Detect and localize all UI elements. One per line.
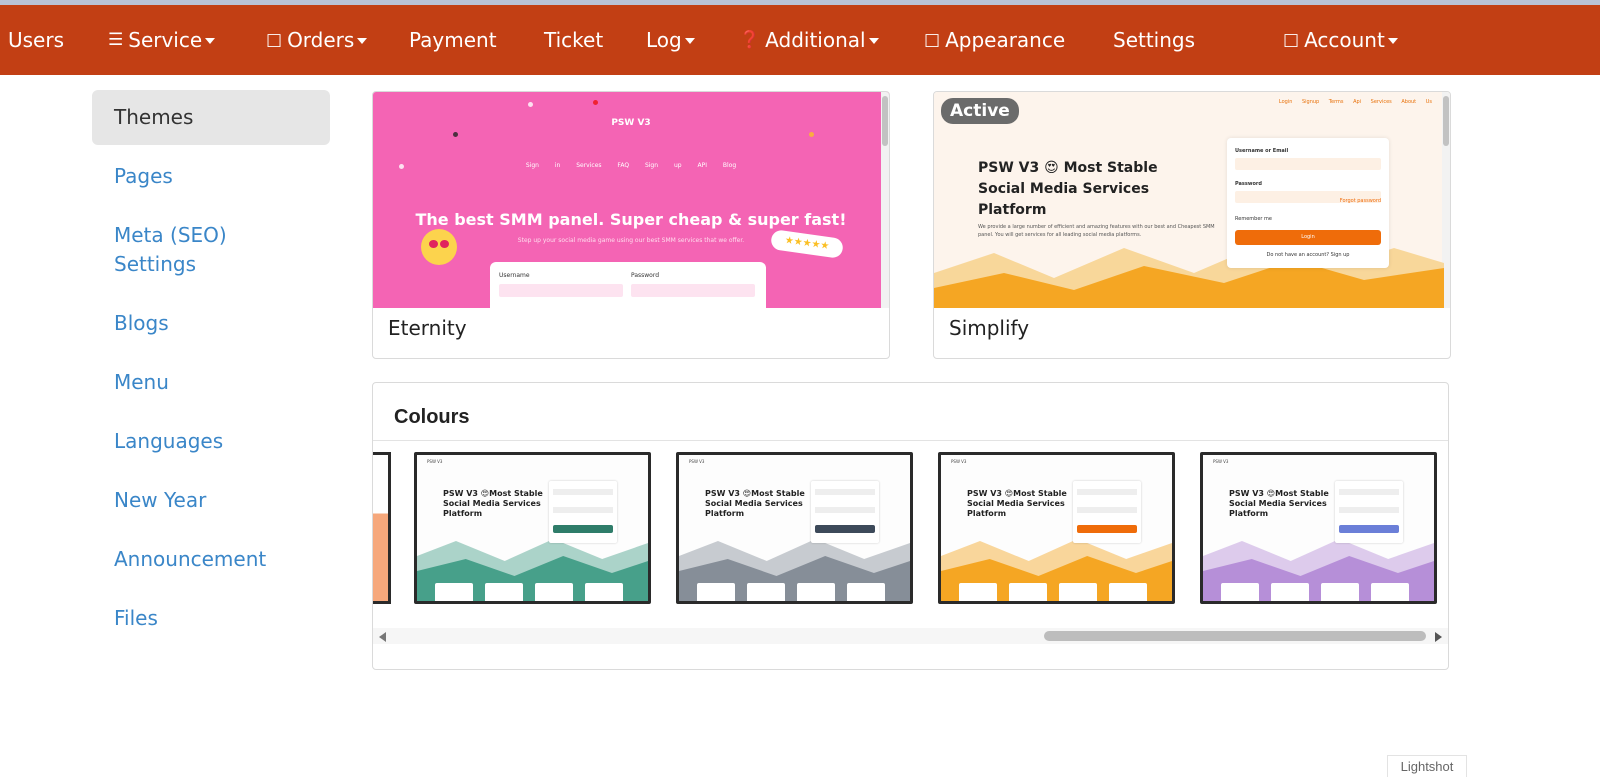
nav-users-label: Users: [8, 28, 65, 52]
preview-headline: PSW V3 😍 Most Stable Social Media Servic…: [978, 160, 1158, 218]
preview-login-panel: Username or Email Password Forgot passwo…: [1227, 138, 1389, 268]
active-badge: Active: [941, 98, 1019, 124]
theme-preview-simplify: Active Login Signup Terms Api Services A…: [934, 92, 1450, 308]
heart-eyes-emoji-icon: [421, 229, 457, 265]
nav-orders-label: Orders: [287, 28, 355, 52]
swatch-headline: PSW V3 😍Most Stable Social Media Service…: [443, 489, 543, 518]
colour-swatch-purple[interactable]: PSW V3 PSW V3 😍Most Stable Social Media …: [1200, 452, 1437, 604]
preview-no-account: Do not have an account? Sign up: [1266, 252, 1350, 258]
caret-down-icon: [357, 38, 368, 44]
preview-logo: PSW V3: [611, 118, 651, 128]
colours-panel: Colours PSW V3 PSW V3 😍Most Stable Socia…: [372, 382, 1449, 670]
preview-username-label: Username: [499, 272, 530, 279]
theme-card-eternity[interactable]: PSW V3 Sign in Services FAQ Sign up API …: [372, 91, 890, 359]
missing-glyph-icon: □: [924, 30, 941, 50]
caret-down-icon: [205, 38, 216, 44]
preview-password-label: Password: [631, 272, 660, 279]
scroll-right-arrow-icon[interactable]: [1435, 632, 1442, 642]
sidebar-item-meta-seo-settings[interactable]: Meta (SEO) Settings: [92, 208, 292, 296]
nav-orders[interactable]: □ Orders: [266, 5, 368, 75]
nav-additional[interactable]: ❓ Additional: [739, 5, 879, 75]
sidebar-item-themes[interactable]: Themes: [92, 90, 330, 145]
swatch-header: PSW V3: [427, 459, 443, 464]
nav-ticket[interactable]: Ticket: [544, 5, 603, 75]
theme-preview-eternity: PSW V3 Sign in Services FAQ Sign up API …: [373, 92, 889, 308]
colour-swatch-green[interactable]: PSW V3 PSW V3 😍Most Stable Social Media …: [414, 452, 651, 604]
preview-password-field: [631, 284, 755, 297]
missing-glyph-icon: □: [266, 30, 283, 50]
swatch-header: PSW V3: [1213, 459, 1229, 464]
top-navbar: Users ☰ Service □ Orders Payment Ticket …: [0, 5, 1600, 75]
nav-ticket-label: Ticket: [544, 28, 604, 52]
caret-down-icon: [684, 38, 695, 44]
sidebar-item-blogs[interactable]: Blogs: [92, 296, 330, 355]
swatch-header: PSW V3: [951, 459, 967, 464]
nav-additional-label: Additional: [765, 28, 866, 52]
nav-service-label: Service: [128, 28, 203, 52]
nav-users[interactable]: Users: [8, 5, 64, 75]
nav-appearance-label: Appearance: [945, 28, 1066, 52]
preview-forgot-link: Forgot password: [1339, 198, 1381, 204]
preview-scrollbar[interactable]: [881, 92, 889, 308]
colours-title: Colours: [394, 406, 470, 428]
colours-horizontal-scrollbar[interactable]: [373, 628, 1448, 644]
swatch-header: PSW V3: [689, 459, 705, 464]
preview-login-form: Username Password: [490, 262, 766, 308]
nav-settings-label: Settings: [1113, 28, 1196, 52]
colour-swatch-partial[interactable]: [373, 452, 391, 604]
sidebar-item-pages[interactable]: Pages: [92, 149, 330, 208]
theme-name-simplify: Simplify: [949, 316, 1030, 340]
scroll-left-arrow-icon[interactable]: [379, 632, 386, 642]
nav-settings[interactable]: Settings: [1113, 5, 1195, 75]
nav-service[interactable]: ☰ Service: [108, 5, 216, 75]
missing-glyph-icon: □: [1283, 30, 1300, 50]
theme-card-simplify[interactable]: Active Login Signup Terms Api Services A…: [933, 91, 1451, 359]
nav-payment-label: Payment: [409, 28, 497, 52]
sidebar-item-languages[interactable]: Languages: [92, 414, 330, 473]
preview-username-label: Username or Email: [1235, 148, 1289, 154]
preview-links: Sign in Services FAQ Sign up API Blog: [525, 162, 737, 169]
preview-hero: The best SMM panel. Super cheap & super …: [415, 210, 847, 229]
preview-remember: Remember me: [1235, 216, 1272, 222]
swatch-headline: PSW V3 😍Most Stable Social Media Service…: [705, 489, 805, 518]
nav-log[interactable]: Log: [646, 5, 695, 75]
nav-account[interactable]: □ Account: [1283, 5, 1398, 75]
theme-name-eternity: Eternity: [388, 316, 467, 340]
swatch-headline: PSW V3 😍Most Stable Social Media Service…: [967, 489, 1067, 518]
caret-down-icon: [868, 38, 879, 44]
colour-swatch-orange[interactable]: PSW V3 PSW V3 😍Most Stable Social Media …: [938, 452, 1175, 604]
stars-icon: ★★★★★: [769, 229, 845, 259]
lightshot-tag: Lightshot: [1387, 755, 1467, 777]
colour-swatch-grey[interactable]: PSW V3 PSW V3 😍Most Stable Social Media …: [676, 452, 913, 604]
list-icon: ☰: [108, 30, 124, 50]
scrollbar-thumb[interactable]: [1044, 631, 1426, 641]
appearance-sidebar: Themes Pages Meta (SEO) Settings Blogs M…: [92, 90, 330, 650]
nav-log-label: Log: [646, 28, 682, 52]
colours-divider: [373, 440, 1448, 441]
caret-down-icon: [1387, 38, 1398, 44]
sidebar-item-files[interactable]: Files: [92, 591, 330, 650]
question-circle-icon: ❓: [739, 30, 761, 50]
swatch-headline: PSW V3 😍Most Stable Social Media Service…: [1229, 489, 1329, 518]
nav-payment[interactable]: Payment: [409, 5, 497, 75]
preview-login-button: Login: [1235, 230, 1381, 245]
nav-account-label: Account: [1304, 28, 1385, 52]
preview-password-label: Password: [1235, 181, 1262, 187]
preview-username-field: [499, 284, 623, 297]
preview-username-field: [1235, 158, 1381, 170]
sidebar-item-menu[interactable]: Menu: [92, 355, 330, 414]
nav-appearance[interactable]: □ Appearance: [924, 5, 1065, 75]
sidebar-item-new-year[interactable]: New Year: [92, 473, 330, 532]
sidebar-item-announcement[interactable]: Announcement: [92, 532, 330, 591]
preview-nav: Login Signup Terms Api Services About Us: [1278, 99, 1432, 105]
